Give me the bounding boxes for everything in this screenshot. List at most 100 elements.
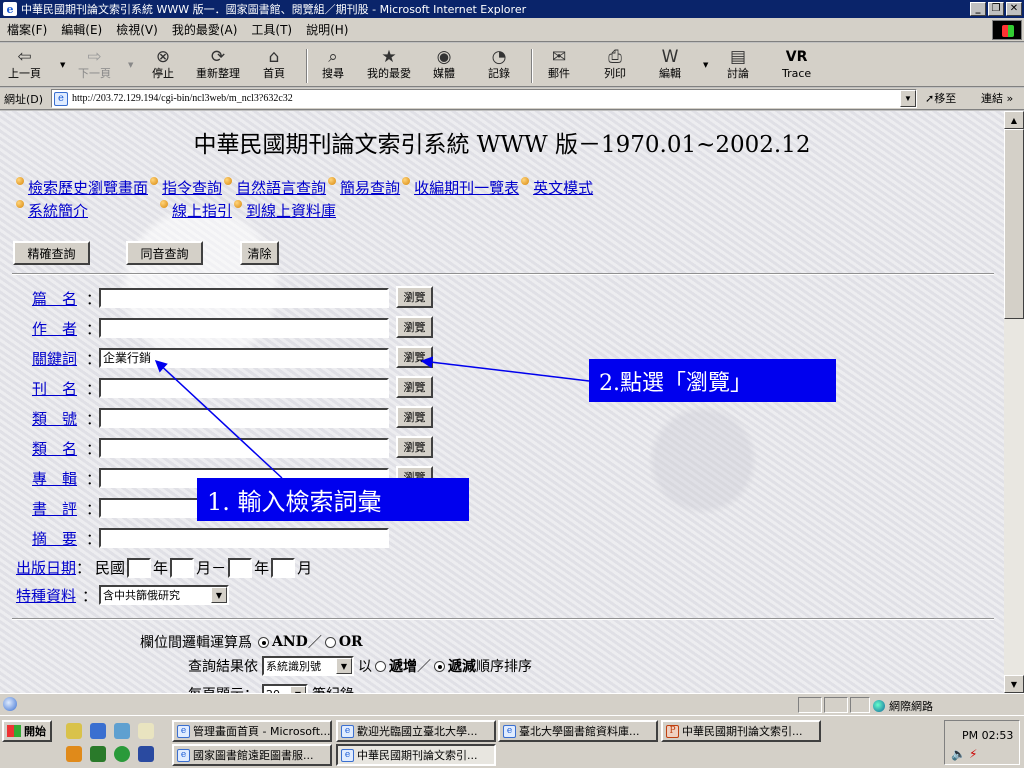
browse-button-keyword[interactable]: 瀏覽 bbox=[396, 346, 433, 368]
start-year-input[interactable] bbox=[127, 557, 152, 578]
edit-dropdown-icon[interactable]: ▼ bbox=[703, 61, 708, 69]
quicklaunch-notepad-icon[interactable] bbox=[138, 723, 154, 739]
toolbar: ⇦ 上一頁 ▼ ⇨ 下一頁 ▼ ⊗ 停止 ⟳ 重新整理 ⌂ 首頁 ⌕ 搜尋 ★ 我的最愛 ◉ 媒… bbox=[0, 43, 1024, 87]
nav-link-natural-language[interactable]: 自然語言查詢 bbox=[236, 177, 326, 200]
end-month-input[interactable] bbox=[271, 557, 296, 578]
scroll-up-icon[interactable]: ▲ bbox=[1004, 111, 1024, 129]
discuss-button[interactable]: ▤ 討論 bbox=[727, 47, 749, 80]
homophone-search-button[interactable]: 同音查詢 bbox=[126, 241, 203, 265]
end-year-input[interactable] bbox=[228, 557, 253, 578]
menu-tools[interactable]: 工具(T) bbox=[244, 21, 299, 38]
descending-radio[interactable] bbox=[434, 660, 445, 672]
field-label-abstract[interactable]: 摘 要 bbox=[32, 528, 77, 549]
minimize-button[interactable]: _ bbox=[970, 2, 986, 16]
vertical-scrollbar[interactable]: ▲ ▼ bbox=[1004, 111, 1024, 693]
keyword-input[interactable]: 企業行銷 bbox=[99, 348, 389, 368]
history-button[interactable]: ◔ 記錄 bbox=[488, 47, 510, 80]
abstract-input[interactable] bbox=[99, 528, 389, 548]
ascending-radio[interactable] bbox=[375, 660, 386, 672]
title-input[interactable] bbox=[99, 288, 389, 308]
nav-link-journal-list[interactable]: 收編期刊一覽表 bbox=[414, 177, 519, 200]
menu-favorites[interactable]: 我的最愛(A) bbox=[165, 21, 245, 38]
address-dropdown-icon[interactable]: ▼ bbox=[900, 90, 916, 107]
speaker-icon[interactable]: 🔈 bbox=[951, 747, 966, 761]
field-label-book-review[interactable]: 書 評 bbox=[32, 498, 77, 519]
browse-button-author[interactable]: 瀏覽 bbox=[396, 316, 433, 338]
restore-button[interactable]: ❐ bbox=[988, 2, 1004, 16]
menu-view[interactable]: 檢視(V) bbox=[109, 21, 165, 38]
quicklaunch-ie-icon[interactable] bbox=[90, 723, 106, 739]
edit-button[interactable]: W 編輯 bbox=[659, 47, 681, 80]
author-input[interactable] bbox=[99, 318, 389, 338]
go-button[interactable]: ➚移至 bbox=[925, 90, 956, 106]
browse-button-journal[interactable]: 瀏覽 bbox=[396, 376, 433, 398]
back-button[interactable]: ⇦ 上一頁 bbox=[8, 47, 41, 80]
special-data-select[interactable]: 含中共篩俄研究 ▼ bbox=[99, 585, 229, 605]
task-admin-page[interactable]: e 管理畫面首頁 - Microsoft... bbox=[172, 720, 332, 742]
nav-link-history[interactable]: 檢索歷史瀏覽畫面 bbox=[28, 177, 148, 200]
class-name-input[interactable] bbox=[99, 438, 389, 458]
quicklaunch-search-icon[interactable] bbox=[66, 723, 82, 739]
quicklaunch-media-icon[interactable] bbox=[66, 746, 82, 762]
close-button[interactable]: ✕ bbox=[1006, 2, 1022, 16]
task-periodical-index-active[interactable]: e 中華民國期刊論文索引... bbox=[336, 744, 496, 766]
nav-link-intro[interactable]: 系統簡介 bbox=[28, 200, 88, 223]
nav-link-online-db[interactable]: 到線上資料庫 bbox=[246, 200, 336, 223]
nav-link-guide[interactable]: 線上指引 bbox=[172, 200, 232, 223]
quicklaunch-music-icon[interactable] bbox=[114, 746, 130, 762]
address-input[interactable]: e http://203.72.129.194/cgi-bin/ncl3web/… bbox=[51, 89, 917, 108]
field-label-class-number[interactable]: 類 號 bbox=[32, 408, 77, 429]
back-dropdown-icon[interactable]: ▼ bbox=[60, 61, 65, 69]
field-label-special-data[interactable]: 特種資料 bbox=[16, 585, 76, 606]
per-page-select[interactable]: 20 ▼ bbox=[262, 684, 308, 693]
clear-button[interactable]: 清除 bbox=[240, 241, 279, 265]
forward-button[interactable]: ⇨ 下一頁 bbox=[78, 47, 111, 80]
start-month-input[interactable] bbox=[170, 557, 195, 578]
field-label-publish-date[interactable]: 出版日期 bbox=[16, 557, 76, 578]
forward-dropdown-icon[interactable]: ▼ bbox=[128, 61, 133, 69]
field-label-keyword[interactable]: 關鍵詞 bbox=[32, 348, 77, 369]
refresh-button[interactable]: ⟳ 重新整理 bbox=[196, 47, 240, 80]
journal-input[interactable] bbox=[99, 378, 389, 398]
favorites-button[interactable]: ★ 我的最愛 bbox=[367, 47, 411, 80]
quicklaunch-word-icon[interactable] bbox=[138, 746, 154, 762]
network-icon[interactable]: ⚡ bbox=[969, 747, 977, 761]
search-button[interactable]: ⌕ 搜尋 bbox=[322, 47, 344, 80]
browse-button-title[interactable]: 瀏覽 bbox=[396, 286, 433, 308]
nav-link-simple[interactable]: 簡易查詢 bbox=[340, 177, 400, 200]
browse-button-class-name[interactable]: 瀏覽 bbox=[396, 436, 433, 458]
quicklaunch-outlook-icon[interactable] bbox=[114, 723, 130, 739]
or-radio[interactable] bbox=[324, 636, 336, 648]
task-ncl-remote[interactable]: e 國家圖書館遠距圖書服... bbox=[172, 744, 332, 766]
menu-help[interactable]: 說明(H) bbox=[299, 21, 355, 38]
menu-edit[interactable]: 編輯(E) bbox=[54, 21, 109, 38]
print-button[interactable]: ⎙ 列印 bbox=[604, 47, 626, 80]
quicklaunch-ftp-icon[interactable] bbox=[90, 746, 106, 762]
media-button[interactable]: ◉ 媒體 bbox=[433, 47, 455, 80]
and-radio[interactable] bbox=[258, 636, 269, 648]
class-number-input[interactable] bbox=[99, 408, 389, 428]
home-button[interactable]: ⌂ 首頁 bbox=[263, 47, 285, 80]
sort-field-select[interactable]: 系統識別號 ▼ bbox=[262, 656, 354, 676]
task-ntpu-welcome[interactable]: e 歡迎光臨國立臺北大學... bbox=[336, 720, 496, 742]
field-label-class-name[interactable]: 類 名 bbox=[32, 438, 77, 459]
field-label-journal[interactable]: 刊 名 bbox=[32, 378, 77, 399]
precise-search-button[interactable]: 精確查詢 bbox=[13, 241, 90, 265]
task-periodical-index-ppt[interactable]: P 中華民國期刊論文索引... bbox=[661, 720, 821, 742]
field-label-author[interactable]: 作 者 bbox=[32, 318, 77, 339]
mail-button[interactable]: ✉ 郵件 bbox=[548, 47, 570, 80]
scroll-down-icon[interactable]: ▼ bbox=[1004, 675, 1024, 693]
links-button[interactable]: 連結 » bbox=[981, 90, 1013, 106]
nav-link-command[interactable]: 指令查詢 bbox=[162, 177, 222, 200]
field-label-special-issue[interactable]: 專 輯 bbox=[32, 468, 77, 489]
menu-file[interactable]: 檔案(F) bbox=[0, 21, 54, 38]
task-ntpu-library-db[interactable]: e 臺北大學圖書館資料庫... bbox=[498, 720, 658, 742]
scroll-thumb[interactable] bbox=[1004, 129, 1024, 319]
nav-link-english[interactable]: 英文模式 bbox=[533, 177, 593, 200]
clock[interactable]: PM 02:53 bbox=[962, 729, 1013, 742]
browse-button-class-number[interactable]: 瀏覽 bbox=[396, 406, 433, 428]
trace-button[interactable]: VR Trace bbox=[782, 47, 811, 80]
stop-button[interactable]: ⊗ 停止 bbox=[152, 47, 174, 80]
start-button[interactable]: 開始 bbox=[2, 720, 52, 742]
field-label-title[interactable]: 篇 名 bbox=[32, 288, 77, 309]
